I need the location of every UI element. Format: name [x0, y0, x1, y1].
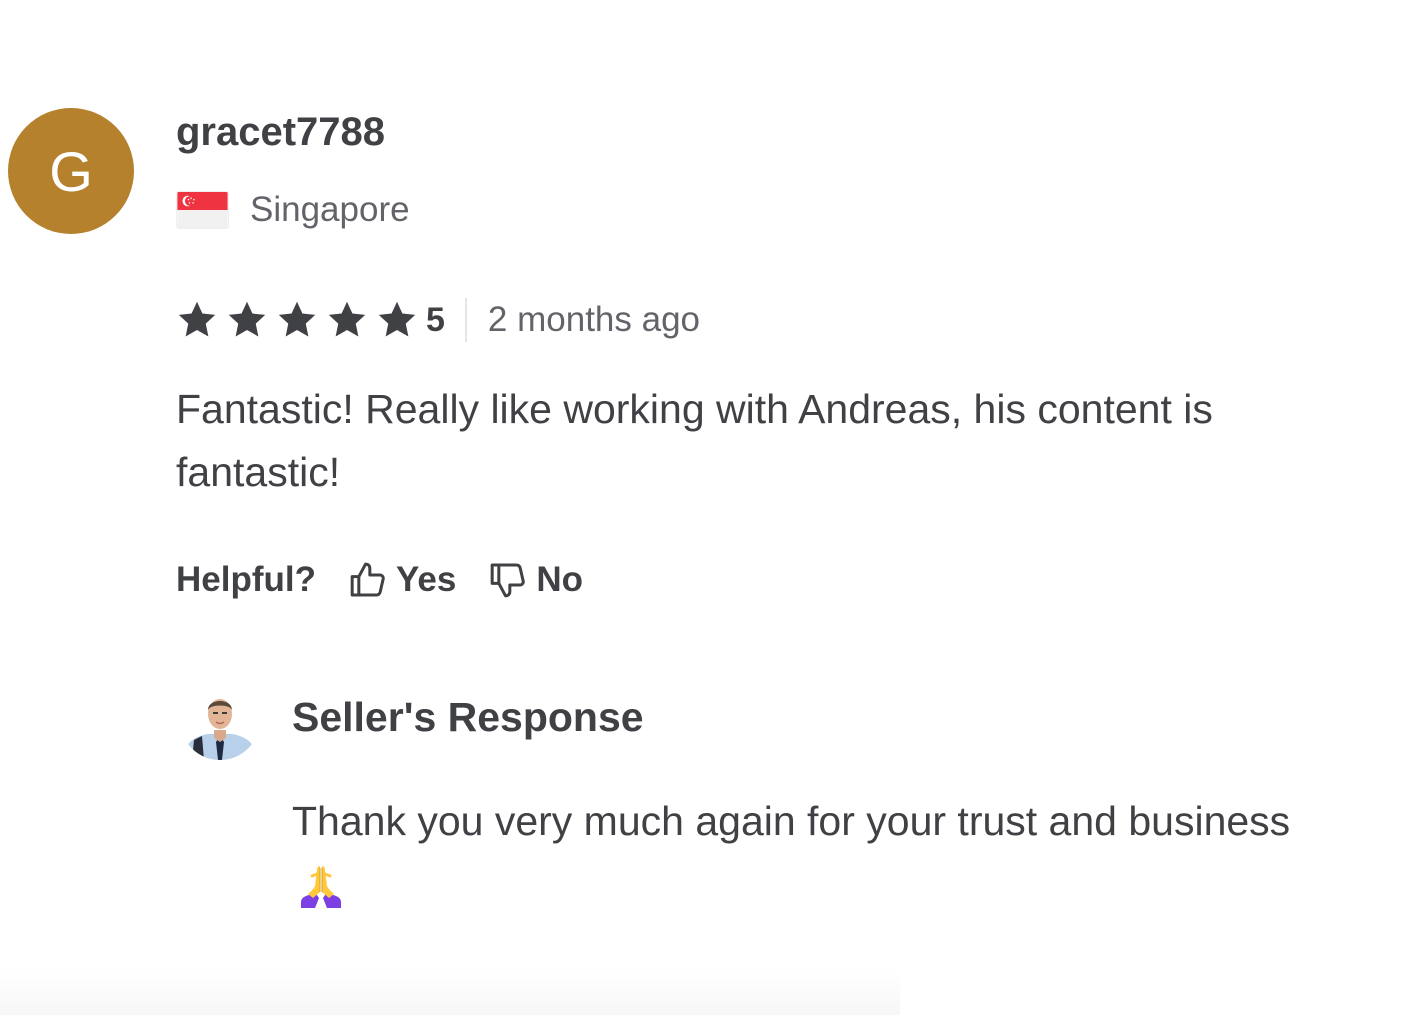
helpful-yes-button[interactable]: Yes: [348, 560, 456, 600]
star-icon: [178, 301, 216, 337]
thumbs-up-icon: [350, 562, 385, 597]
rating-value: 5: [426, 300, 445, 339]
country-name: Singapore: [250, 190, 410, 229]
review-card: G gracet7788 Singapore 5 2 months ago Fa…: [0, 0, 1415, 1015]
seller-avatar[interactable]: [180, 680, 260, 760]
seller-response-title: Seller's Response: [292, 694, 644, 740]
folded-hands-emoji-icon: [301, 866, 341, 908]
reviewer-username[interactable]: gracet7788: [176, 108, 385, 156]
reviewer-country: Singapore: [176, 188, 410, 232]
helpful-no-label: No: [536, 560, 583, 599]
bottom-divider-shadow: [0, 968, 900, 1015]
star-icon: [228, 301, 266, 337]
star-icon: [378, 301, 416, 337]
helpful-label: Helpful?: [176, 560, 316, 599]
star-icon: [328, 301, 366, 337]
star-icon: [278, 301, 316, 337]
helpful-row: Helpful? Yes No: [176, 556, 615, 604]
seller-response-text: Thank you very much again for your trust…: [292, 798, 1291, 844]
rating-divider: [464, 298, 467, 342]
reviewer-avatar[interactable]: G: [8, 108, 134, 234]
rating-row: 5 2 months ago: [176, 296, 700, 344]
star-rating: [176, 299, 424, 341]
helpful-no-button[interactable]: No: [488, 560, 583, 600]
avatar-initial: G: [49, 139, 93, 203]
singapore-flag-icon: [176, 191, 229, 229]
helpful-yes-label: Yes: [395, 560, 457, 599]
review-text: Fantastic! Really like working with Andr…: [176, 386, 1213, 495]
thumbs-down-icon: [491, 563, 526, 598]
review-time-ago: 2 months ago: [487, 300, 701, 339]
